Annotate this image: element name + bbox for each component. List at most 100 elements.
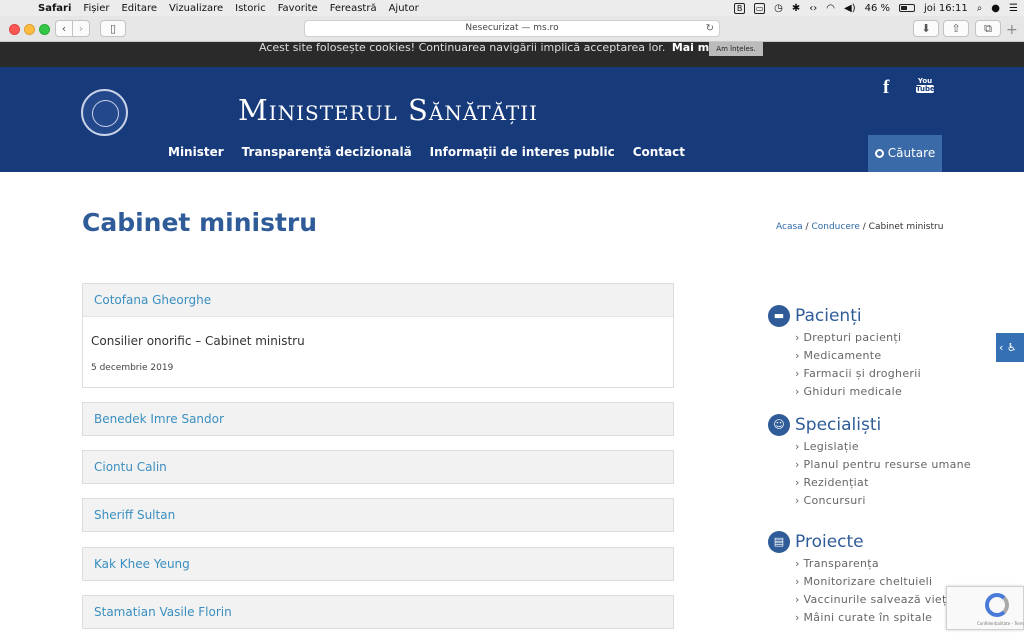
share-icon[interactable]: ⇧ (943, 20, 969, 37)
accordion-header[interactable]: Kak Khee Yeung (83, 548, 673, 580)
tabs-overview-icon[interactable]: ⧉ (975, 20, 1001, 37)
macos-menubar: Safari Fișier Editare Vizualizare Istori… (0, 0, 1024, 16)
clipboard-icon: ▤ (768, 531, 790, 553)
accordion-header[interactable]: Ciontu Calin (83, 451, 673, 483)
youtube-text-top: You (917, 77, 933, 85)
accordion-item: Cotofana Gheorghe Consilier onorific – C… (82, 283, 674, 388)
volume-icon[interactable]: ◀) (844, 3, 856, 14)
sidebar-link[interactable]: › Legislație (795, 438, 971, 456)
bed-icon: ▬ (768, 305, 790, 327)
main-nav: Minister Transparență decizională Inform… (168, 145, 685, 159)
recaptcha-badge[interactable]: Confidențialitate - Termeni (946, 586, 1024, 630)
sidebar-link[interactable]: › Vaccinurile salvează vieți (795, 591, 950, 609)
recaptcha-icon (985, 593, 1009, 617)
sidebar-list: › Legislație › Planul pentru resurse uma… (795, 438, 971, 510)
spotlight-icon[interactable]: ⌕ (977, 3, 983, 14)
sidebar-link[interactable]: › Concursuri (795, 492, 971, 510)
site-title[interactable]: Ministerul Sănătății (238, 93, 538, 127)
app-status-icon[interactable]: B (734, 2, 746, 14)
sidebar-heading[interactable]: ☺ Specialiști (768, 412, 971, 438)
download-icon[interactable]: ⬇ (913, 20, 939, 37)
accordion-item[interactable]: Ciontu Calin (82, 450, 674, 484)
sidebar-link[interactable]: › Farmacii și drogherii (795, 365, 921, 383)
code-icon[interactable]: ‹› (809, 3, 817, 14)
fullscreen-window-button[interactable] (39, 24, 50, 35)
clock[interactable]: joi 16:11 (924, 3, 968, 14)
reload-icon[interactable]: ↻ (706, 21, 714, 36)
site-header: Ministerul Sănătății f You Tube Minister… (0, 67, 1024, 172)
accordion-date: 5 decembrie 2019 (91, 363, 174, 373)
breadcrumb-home[interactable]: Acasa (776, 222, 803, 232)
sidebar-toggle-icon[interactable]: ▯ (100, 20, 126, 37)
facebook-icon[interactable]: f (883, 77, 889, 99)
status-area: B ▭ ◷ ✱ ‹› ◠ ◀) 46 % joi 16:11 ⌕ ● ☰ (734, 0, 1018, 16)
airplay-icon[interactable]: ▭ (754, 2, 766, 14)
sidebar-link[interactable]: › Monitorizare cheltuieli (795, 573, 950, 591)
menu-safari[interactable]: Safari (38, 3, 71, 14)
sidebar-section-specialists: ☺ Specialiști › Legislație › Planul pent… (768, 412, 971, 510)
search-label: Căutare (887, 146, 936, 160)
user-icon[interactable]: ● (991, 3, 1000, 14)
menu-edit[interactable]: Editare (121, 3, 157, 14)
address-bar[interactable]: Nesecurizat — ms.ro ↻ (304, 20, 720, 37)
time-machine-icon[interactable]: ◷ (774, 3, 783, 14)
sidebar-link[interactable]: › Drepturi pacienți (795, 329, 921, 347)
sidebar-section-projects: ▤ Proiecte › Transparența › Monitorizare… (768, 529, 950, 627)
accordion-item[interactable]: Kak Khee Yeung (82, 547, 674, 581)
government-logo[interactable] (81, 89, 128, 136)
minimize-window-button[interactable] (24, 24, 35, 35)
menu-help[interactable]: Ajutor (389, 3, 419, 14)
nav-contact[interactable]: Contact (633, 145, 685, 159)
sidebar-link[interactable]: › Ghiduri medicale (795, 383, 921, 401)
battery-icon[interactable] (899, 4, 916, 12)
back-button[interactable]: ‹ (55, 20, 73, 37)
sidebar-section-patients: ▬ Pacienți › Drepturi pacienți › Medicam… (768, 303, 921, 401)
sidebar-link[interactable]: › Mâini curate în spitale (795, 609, 950, 627)
search-button[interactable]: Căutare (868, 135, 942, 172)
accessibility-tab[interactable]: ‹ ♿ (996, 333, 1024, 362)
address-text: Nesecurizat — ms.ro (465, 23, 559, 33)
accordion-body: Consilier onorific – Cabinet ministru 5 … (83, 317, 673, 387)
nav-transparency[interactable]: Transparență decizională (242, 145, 412, 159)
accordion-header[interactable]: Sheriff Sultan (83, 499, 673, 531)
sidebar-title: Proiecte (795, 532, 864, 552)
menu-window[interactable]: Fereastră (330, 3, 377, 14)
nav-public-info[interactable]: Informații de interes public (430, 145, 615, 159)
notification-center-icon[interactable]: ☰ (1009, 3, 1018, 14)
menu-history[interactable]: Istoric (235, 3, 266, 14)
sidebar-link[interactable]: › Transparența (795, 555, 950, 573)
accordion-header[interactable]: Cotofana Gheorghe (83, 284, 673, 317)
cookie-message: Acest site folosește cookies! Continuare… (259, 41, 666, 54)
wifi-icon[interactable]: ◠ (826, 3, 835, 14)
sidebar-link[interactable]: › Rezidențiat (795, 474, 971, 492)
accordion-role: Consilier onorific – Cabinet ministru (91, 334, 305, 348)
sidebar-heading[interactable]: ▬ Pacienți (768, 303, 921, 329)
cookie-accept-button[interactable]: Am înțeles. (709, 42, 763, 56)
youtube-text-bottom: Tube (916, 85, 935, 93)
accordion-header[interactable]: Benedek Imre Sandor (83, 403, 673, 435)
forward-button[interactable]: › (72, 20, 90, 37)
close-window-button[interactable] (9, 24, 20, 35)
menu-view[interactable]: Vizualizare (169, 3, 223, 14)
menu-bookmarks[interactable]: Favorite (278, 3, 318, 14)
bluetooth-icon[interactable]: ✱ (792, 3, 800, 14)
sidebar-link[interactable]: › Planul pentru resurse umane (795, 456, 971, 474)
browser-toolbar: ‹ › ▯ Nesecurizat — ms.ro ↻ ⬇ ⇧ ⧉ + (0, 16, 1024, 42)
sidebar-title: Specialiști (795, 415, 882, 435)
accordion-header[interactable]: Stamatian Vasile Florin (83, 596, 673, 628)
sidebar-title: Pacienți (795, 306, 862, 326)
new-tab-icon[interactable]: + (1006, 22, 1018, 38)
breadcrumb-leadership[interactable]: Conducere (811, 222, 859, 232)
accordion-item[interactable]: Benedek Imre Sandor (82, 402, 674, 436)
accordion-item[interactable]: Sheriff Sultan (82, 498, 674, 532)
recaptcha-privacy-terms: Confidențialitate - Termeni (977, 621, 1024, 626)
accordion-item[interactable]: Stamatian Vasile Florin (82, 595, 674, 629)
menu-file[interactable]: Fișier (83, 3, 109, 14)
sidebar-link[interactable]: › Medicamente (795, 347, 921, 365)
cookie-banner: Acest site folosește cookies! Continuare… (0, 42, 1024, 67)
sidebar-heading[interactable]: ▤ Proiecte (768, 529, 950, 555)
sidebar-list: › Transparența › Monitorizare cheltuieli… (795, 555, 950, 627)
breadcrumb-current: Cabinet ministru (868, 222, 944, 232)
youtube-icon[interactable]: You Tube (916, 77, 935, 94)
nav-minister[interactable]: Minister (168, 145, 224, 159)
